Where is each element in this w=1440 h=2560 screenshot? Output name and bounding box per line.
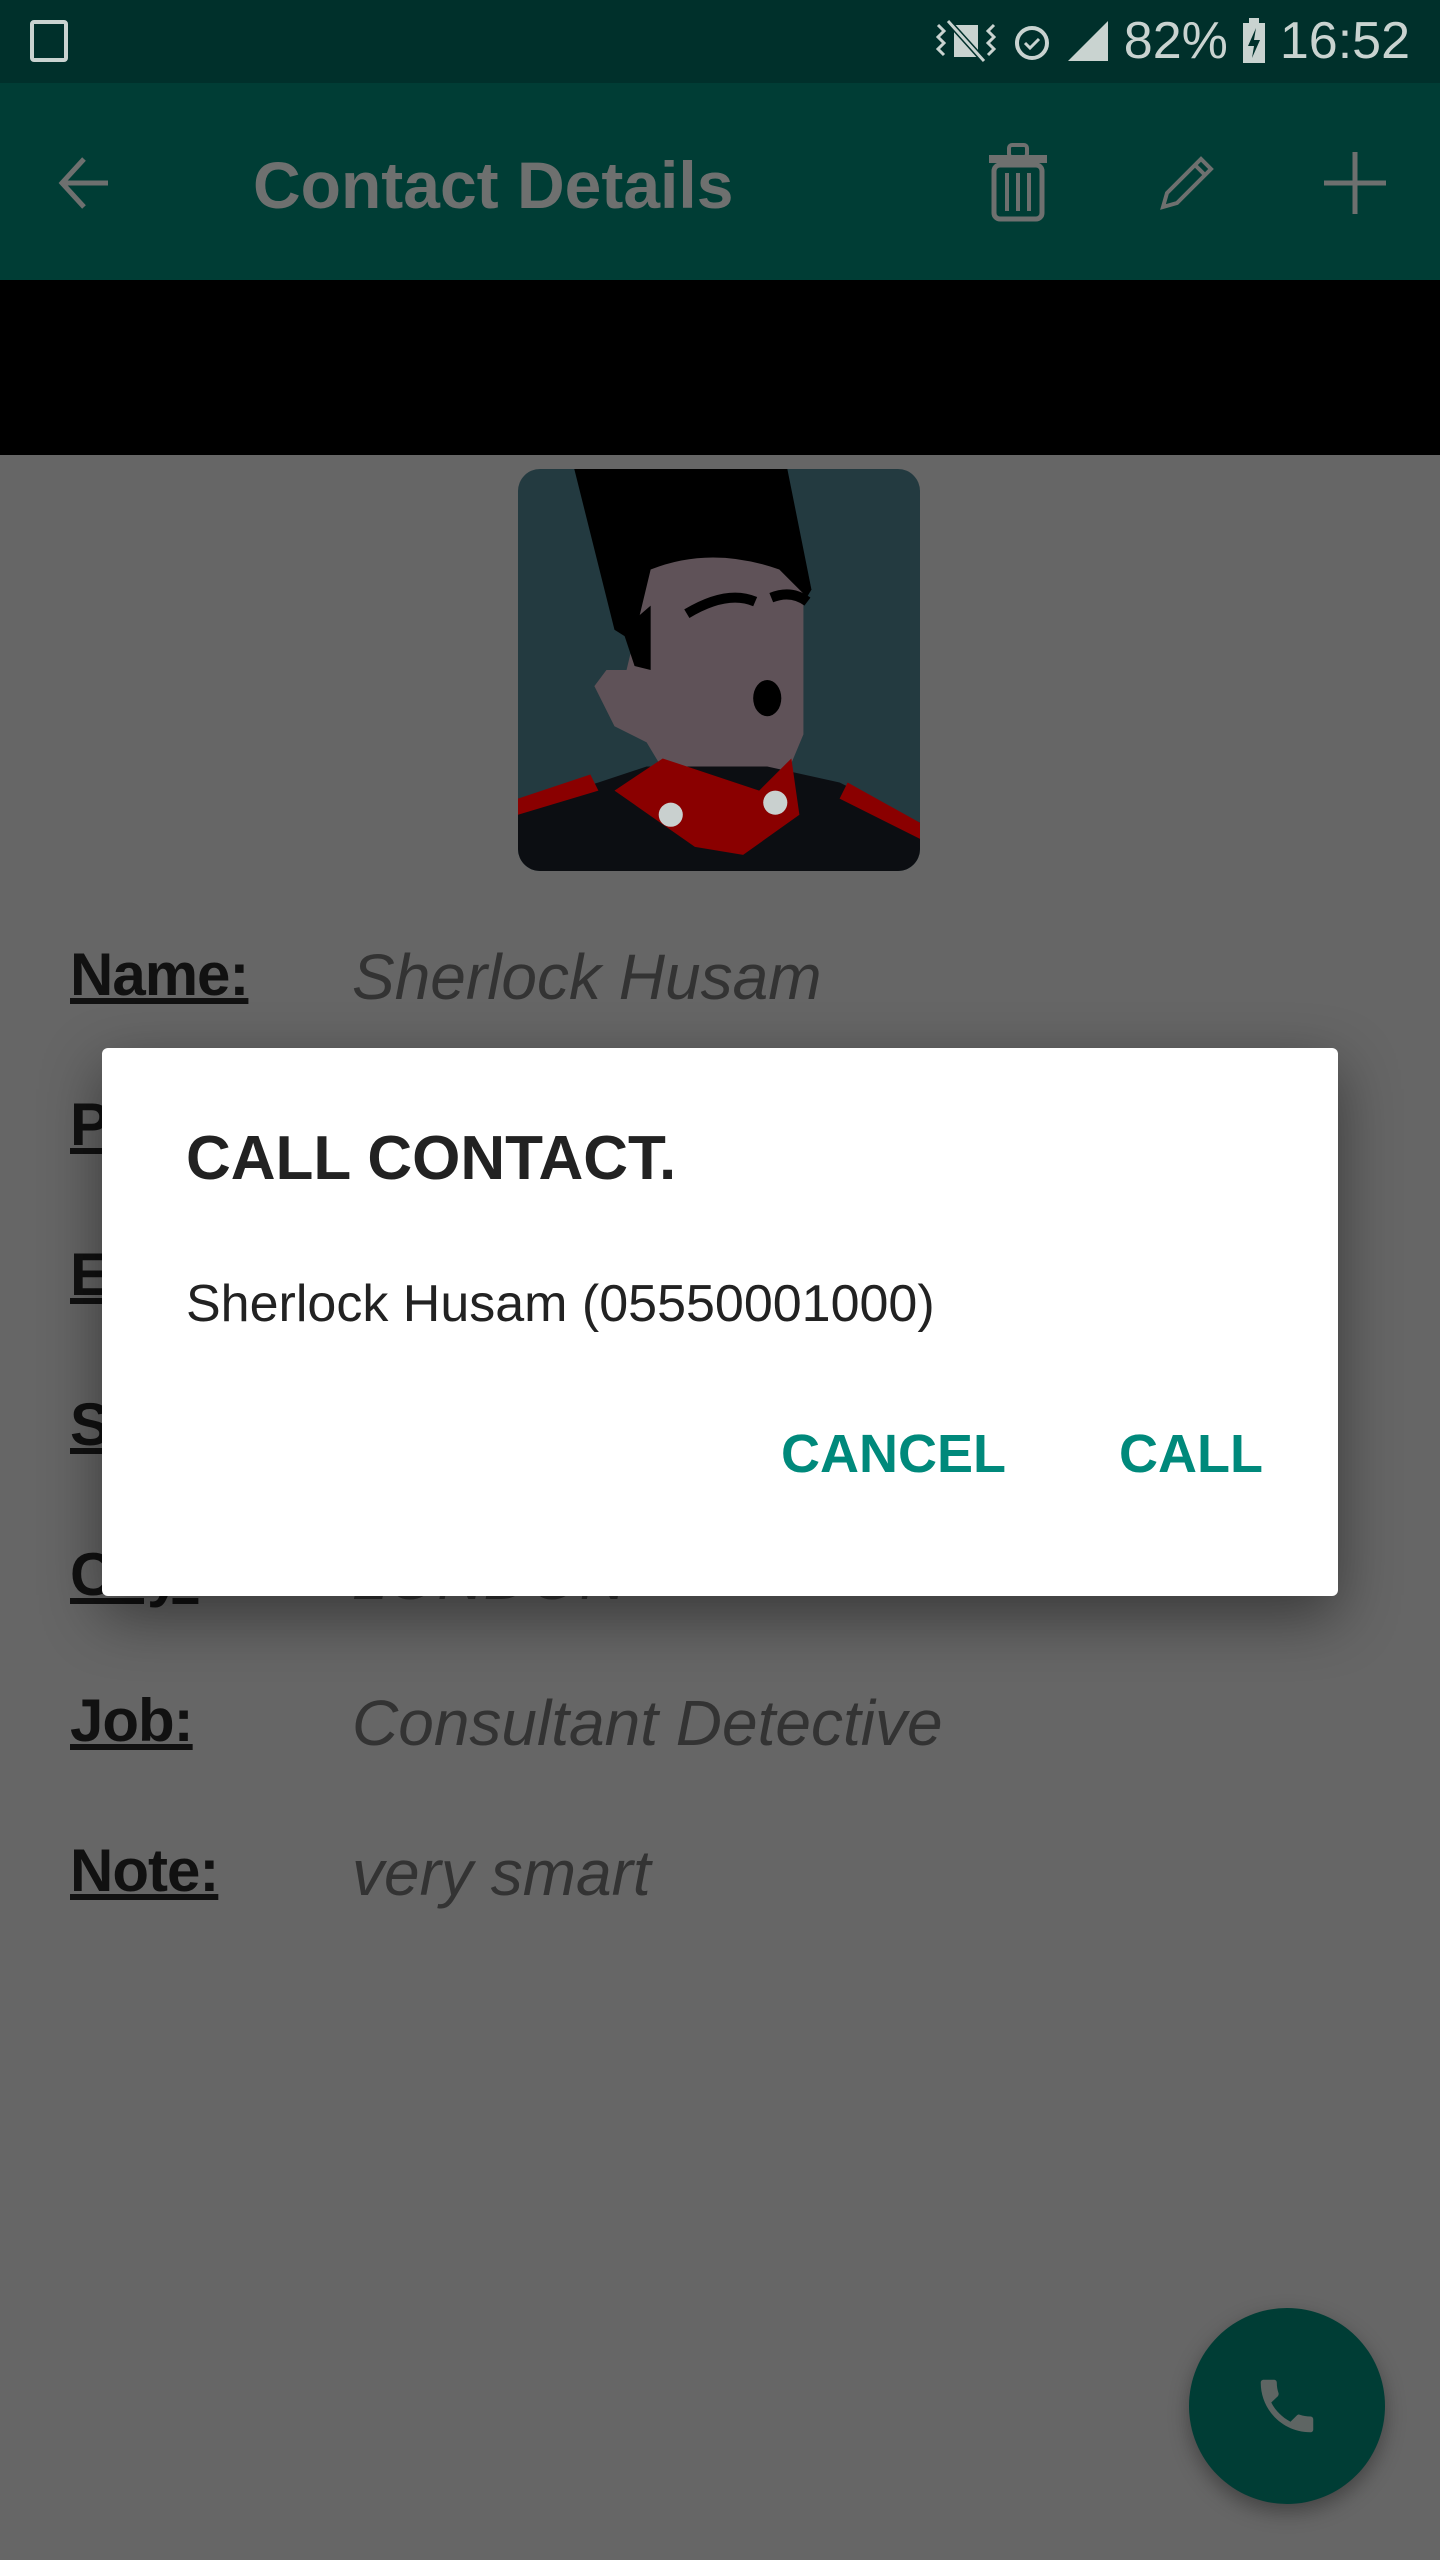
header-band — [0, 280, 1440, 455]
back-arrow-icon[interactable] — [34, 133, 134, 233]
status-bar: 82% 16:52 — [0, 0, 1440, 83]
dialog-message: Sherlock Husam (05550001000) — [186, 1275, 935, 1333]
contact-row-note: Note: very smart — [70, 1836, 1370, 1926]
field-label: Note: — [70, 1837, 219, 1904]
phone-icon — [1260, 2379, 1314, 2433]
plus-icon[interactable] — [1305, 133, 1405, 233]
vibrate-mute-icon — [935, 19, 996, 63]
battery-percent: 82% — [1123, 12, 1228, 70]
field-value: Consultant Detective — [352, 1687, 943, 1759]
pencil-icon[interactable] — [1137, 133, 1237, 233]
field-label: Job: — [70, 1687, 194, 1754]
battery-charging-icon — [1242, 18, 1265, 63]
trash-icon[interactable] — [968, 133, 1068, 233]
call-contact-dialog: CALL CONTACT. Sherlock Husam (0555000100… — [102, 1048, 1338, 1596]
signal-icon — [1067, 21, 1108, 61]
clock: 16:52 — [1279, 12, 1410, 70]
contact-row-name: Name: Sherlock Husam — [70, 940, 1370, 1030]
call-fab-button[interactable] — [1189, 2308, 1385, 2504]
contact-avatar — [518, 469, 920, 871]
contact-row-job: Job: Consultant Detective — [70, 1686, 1370, 1776]
gallery-icon — [30, 20, 68, 62]
page-title: Contact Details — [253, 148, 734, 222]
alarm-icon — [1014, 26, 1049, 60]
field-label: Name: — [70, 941, 249, 1008]
call-button[interactable]: CALL — [1119, 1423, 1263, 1485]
cancel-button[interactable]: CANCEL — [781, 1423, 1006, 1485]
field-value: very smart — [352, 1837, 651, 1909]
toolbar: Contact Details — [0, 83, 1440, 280]
field-value: Sherlock Husam — [352, 941, 822, 1013]
dialog-title: CALL CONTACT. — [186, 1124, 677, 1193]
